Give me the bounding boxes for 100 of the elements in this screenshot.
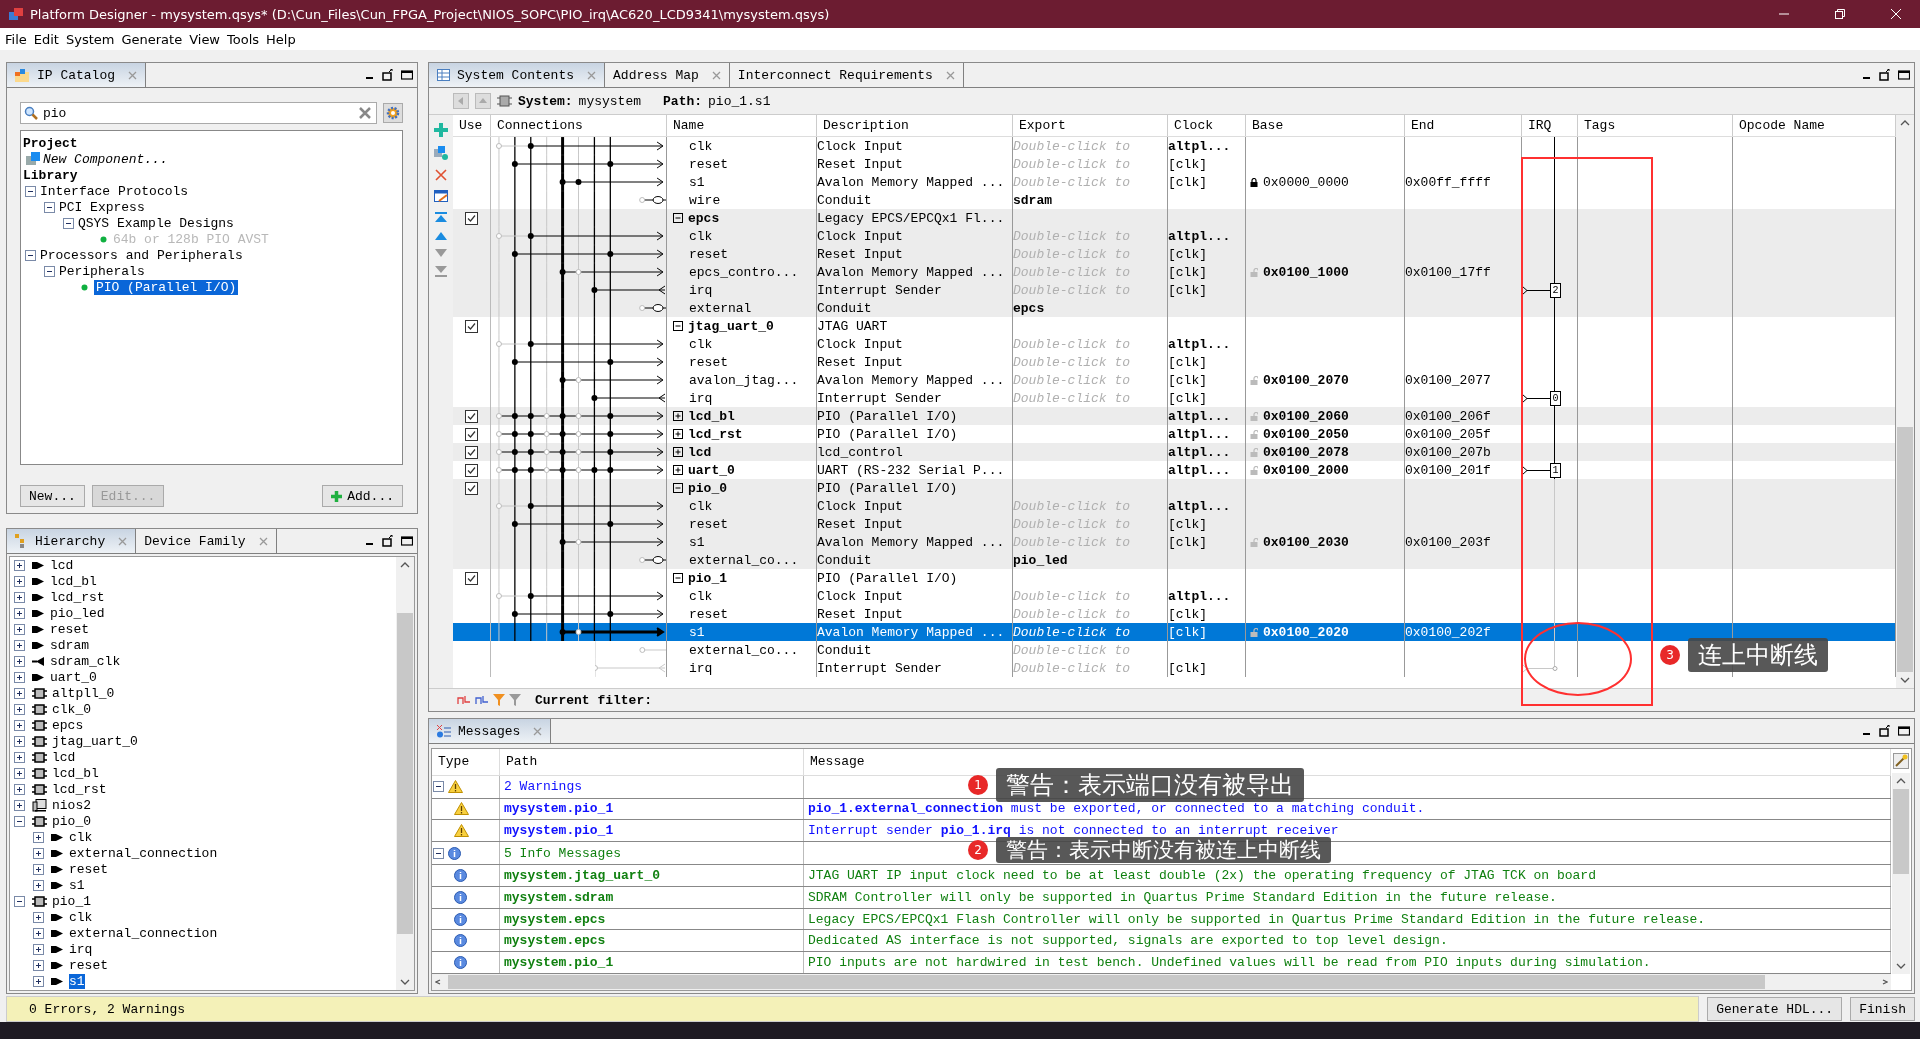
tree-item[interactable]: PIO (Parallel I/O) [93, 279, 239, 295]
table-row[interactable]: lcd lcd_control altpl... 0x0100_2078 0x0100_207b [453, 443, 1896, 461]
column-header[interactable]: Use [453, 115, 491, 136]
table-cell[interactable]: pio_led [1013, 552, 1068, 568]
checkbox[interactable] [465, 409, 478, 423]
scrollbar[interactable] [1896, 115, 1914, 688]
scrollbar[interactable] [396, 557, 414, 990]
expand-icon[interactable] [14, 607, 25, 619]
expand-icon[interactable] [14, 655, 25, 667]
expand-icon[interactable] [14, 703, 25, 715]
scroll-up-icon[interactable] [400, 562, 410, 568]
tree-item[interactable]: QSYS Example Designs [77, 215, 234, 231]
table-row[interactable]: reset Reset Input Double-click to [clk] [453, 245, 1896, 263]
restore-icon[interactable] [1879, 69, 1891, 81]
table-row[interactable]: lcd_bl PIO (Parallel I/O) altpl... 0x0100_2060 0x0100_206f [453, 407, 1896, 425]
restore-icon[interactable] [382, 69, 394, 81]
panel-tab[interactable]: Hierarchy [7, 529, 137, 553]
tree-item[interactable]: lcd_bl [52, 765, 99, 781]
collapse-icon[interactable] [673, 213, 683, 223]
action-button[interactable]: Generate HDL... [1707, 997, 1843, 1021]
collapse-icon[interactable] [43, 201, 55, 213]
settings-button[interactable] [383, 103, 403, 123]
menu-item[interactable]: Edit [31, 31, 64, 47]
table-row[interactable]: clk Clock Input Double-click to altpl... [453, 335, 1896, 353]
collapse-icon[interactable] [433, 847, 444, 859]
table-row[interactable]: clk Clock Input Double-click to altpl... [453, 227, 1896, 245]
tree-item[interactable]: sdram [50, 637, 89, 653]
tree-item[interactable]: nios2 [52, 797, 91, 813]
irq-number[interactable]: 0 [1550, 391, 1561, 406]
table-row[interactable]: reset Reset Input Double-click to [clk] [453, 353, 1896, 371]
table-row[interactable]: clk Clock Input Double-click to altpl... [453, 137, 1896, 155]
table-row[interactable]: jtag_uart_0 JTAG UART [453, 317, 1896, 335]
collapse-icon[interactable] [673, 573, 683, 583]
tree-item[interactable]: pio_led [50, 605, 105, 621]
table-row[interactable]: irq Interrupt Sender Double-click to [clk] 2 [453, 281, 1896, 299]
tree-item[interactable]: pio_0 [52, 813, 91, 829]
tree-item[interactable]: lcd [52, 749, 76, 765]
expand-icon[interactable] [33, 831, 44, 843]
tree-item[interactable]: reset [69, 861, 108, 877]
scrollbar[interactable] [1892, 773, 1910, 974]
table-row[interactable]: external_co... Conduit pio_led [453, 551, 1896, 569]
expand-icon[interactable] [33, 975, 44, 987]
column-header[interactable]: Tags [1578, 115, 1733, 136]
expand-icon[interactable] [673, 429, 683, 439]
scroll-down-icon[interactable] [400, 979, 410, 985]
table-row[interactable]: pio_0 PIO (Parallel I/O) [453, 479, 1896, 497]
checkbox[interactable] [465, 211, 478, 225]
maximize-icon[interactable] [401, 535, 413, 547]
tree-item[interactable]: altpll_0 [52, 685, 115, 701]
checkbox[interactable] [465, 319, 478, 333]
expand-icon[interactable] [673, 447, 683, 457]
move-up-icon[interactable] [435, 232, 447, 240]
irq-number[interactable]: 2 [1550, 283, 1561, 298]
collapse-icon[interactable] [14, 815, 25, 827]
tree-item[interactable]: lcd [50, 557, 74, 573]
clear-messages-icon[interactable] [1893, 753, 1909, 769]
message-group-label[interactable]: 5 Info Messages [504, 845, 622, 861]
checkbox[interactable] [465, 445, 478, 459]
expand-icon[interactable] [14, 783, 25, 795]
message-group-label[interactable]: 2 Warnings [504, 779, 582, 795]
delete-icon[interactable] [435, 169, 447, 181]
table-cell[interactable]: sdram [1013, 192, 1052, 208]
scrollbar[interactable] [432, 974, 1891, 991]
expand-icon[interactable] [33, 847, 44, 859]
table-cell[interactable]: epcs [1013, 300, 1045, 316]
table-row[interactable]: pio_1 PIO (Parallel I/O) [453, 569, 1896, 587]
maximize-icon[interactable] [401, 69, 413, 81]
search-field[interactable]: pio [20, 102, 377, 124]
expand-icon[interactable] [14, 559, 25, 571]
table-row[interactable]: epcs Legacy EPCS/EPCQx1 Fl... [453, 209, 1896, 227]
expand-icon[interactable] [14, 671, 25, 683]
table-row[interactable]: external Conduit epcs [453, 299, 1896, 317]
collapse-icon[interactable] [24, 185, 36, 197]
panel-tab[interactable]: System Contents [429, 63, 606, 87]
collapse-icon[interactable] [14, 895, 25, 907]
maximize-icon[interactable] [1898, 69, 1910, 81]
restore-icon[interactable] [1879, 725, 1891, 737]
column-header[interactable]: Path [500, 749, 804, 775]
action-button[interactable]: Finish [1850, 997, 1915, 1021]
tree-item[interactable]: reset [69, 957, 108, 973]
checkbox[interactable] [465, 463, 478, 477]
maximize-icon[interactable] [1898, 725, 1910, 737]
checkbox[interactable] [465, 427, 478, 441]
table-row[interactable]: reset Reset Input Double-click to [clk] [453, 155, 1896, 173]
column-header[interactable]: Clock [1168, 115, 1246, 136]
expand-icon[interactable] [14, 735, 25, 747]
lock-icon[interactable] [1250, 177, 1258, 187]
add-button[interactable]: Add... [322, 485, 403, 507]
tree-item[interactable]: jtag_uart_0 [52, 733, 138, 749]
tree-item[interactable]: sdram_clk [50, 653, 121, 669]
expand-icon[interactable] [14, 687, 25, 699]
column-header[interactable]: Base [1246, 115, 1405, 136]
tree-item[interactable]: irq [69, 941, 93, 957]
tree-item[interactable]: s1 [69, 877, 85, 893]
expand-icon[interactable] [14, 639, 25, 651]
menu-item[interactable]: Generate [119, 31, 188, 47]
table-row[interactable]: clk Clock Input Double-click to altpl... [453, 497, 1896, 515]
tree-item[interactable]: Interface Protocols [39, 183, 189, 199]
panel-tab[interactable]: IP Catalog [7, 63, 146, 87]
expand-icon[interactable] [14, 751, 25, 763]
